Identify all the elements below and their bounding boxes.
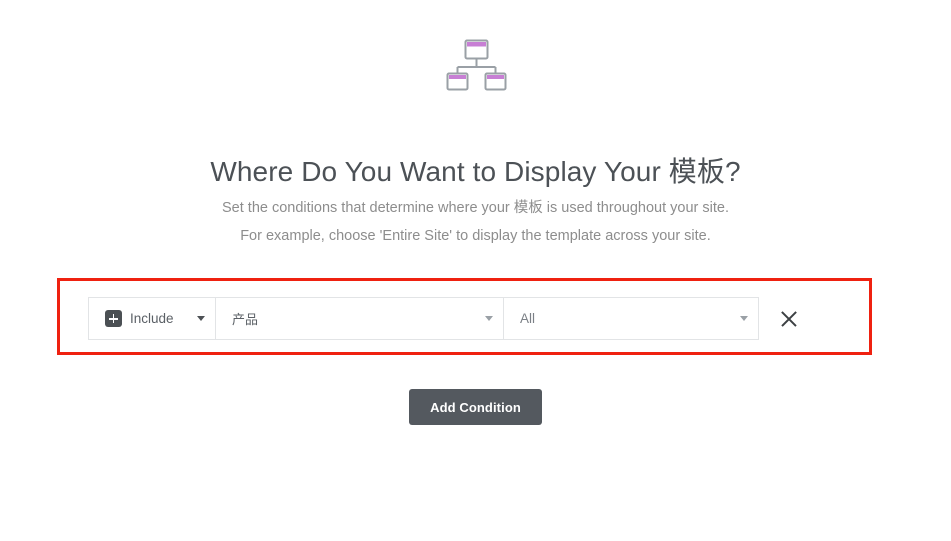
- page-title: Where Do You Want to Display Your 模板?: [210, 155, 741, 187]
- condition-include-select[interactable]: Include: [89, 298, 215, 339]
- condition-source-select[interactable]: 产品: [215, 298, 503, 339]
- chevron-down-icon: [485, 316, 493, 321]
- page-subtitle: Set the conditions that determine where …: [0, 194, 951, 250]
- condition-field-group: Include 产品 All: [88, 297, 759, 340]
- condition-scope-label: All: [520, 311, 536, 326]
- remove-condition-button[interactable]: [777, 307, 801, 331]
- page-subtitle-line-2: For example, choose 'Entire Site' to dis…: [240, 228, 711, 244]
- add-condition-button[interactable]: Add Condition: [409, 389, 542, 425]
- display-conditions-page: Where Do You Want to Display Your 模板? Se…: [0, 0, 951, 541]
- condition-highlight-box: Include 产品 All: [57, 278, 872, 355]
- chevron-down-icon: [197, 316, 205, 321]
- page-subtitle-line-1: Set the conditions that determine where …: [222, 200, 729, 216]
- condition-include-label: Include: [130, 311, 174, 326]
- condition-source-label: 产品: [232, 312, 259, 327]
- condition-scope-select[interactable]: All: [503, 298, 758, 339]
- sitemap-icon: [446, 39, 506, 91]
- chevron-down-icon: [740, 316, 748, 321]
- add-condition-container: Add Condition: [0, 389, 951, 425]
- header-icon-container: [0, 36, 951, 94]
- condition-row: Include 产品 All: [88, 297, 801, 340]
- plus-icon: [105, 310, 122, 327]
